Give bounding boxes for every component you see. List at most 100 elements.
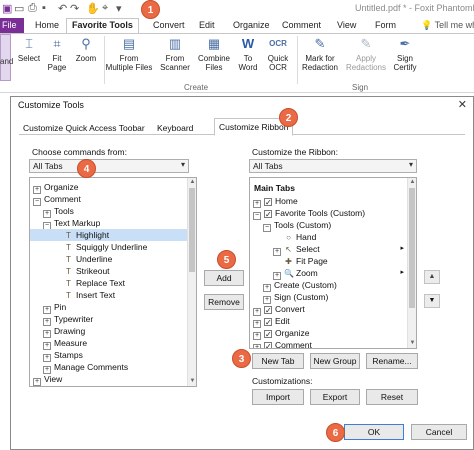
select-button[interactable]: ⌶ Select — [14, 36, 44, 63]
checkbox-icon[interactable]: ✓ — [264, 342, 272, 348]
quick-ocr-button[interactable]: OCR Quick OCR — [263, 36, 293, 72]
checkbox-icon[interactable]: ✓ — [264, 210, 272, 219]
rename-button[interactable]: Rename... — [366, 353, 418, 369]
tab-customize-quick-access-toolbar[interactable]: Customize Quick Access Toobar — [23, 121, 145, 133]
hand-icon[interactable]: ✋ — [86, 2, 100, 15]
tree-item[interactable]: T Insert Text — [30, 289, 188, 301]
tree-item-label: Underline — [76, 254, 113, 264]
tree-item[interactable]: + Sign (Custom) — [250, 291, 408, 304]
scroll-down-icon[interactable]: ▼ — [408, 339, 416, 348]
mark-for-redaction-button[interactable]: ✎ Mark for Redaction — [297, 36, 343, 72]
tree-item[interactable]: + ✓ Comment — [250, 339, 408, 348]
move-up-button[interactable]: ▲ — [424, 270, 440, 284]
tree-item-label: Strikeout — [76, 266, 110, 276]
tree-item[interactable]: + Tools — [30, 205, 188, 218]
tree-item[interactable]: + ✓ Convert — [250, 303, 408, 316]
tree-item[interactable]: T Replace Text — [30, 277, 188, 289]
ribbon-tree[interactable]: Main Tabs + ✓ Home − ✓ Favorite Tools (Custom… — [249, 177, 417, 349]
tree-item[interactable]: − Text Markup — [30, 217, 188, 230]
tab-edit[interactable]: Edit — [199, 18, 215, 33]
expand-icon[interactable]: + — [253, 344, 261, 348]
tree-item[interactable]: ○ Hand — [250, 231, 408, 243]
tree-item[interactable]: T Squiggly Underline — [30, 241, 188, 253]
tree-item[interactable]: + ✓ Edit — [250, 315, 408, 328]
tree-item[interactable]: − ✓ Favorite Tools (Custom) — [250, 207, 408, 220]
from-scanner-button[interactable]: ▥ From Scanner — [155, 36, 195, 72]
scroll-up-icon[interactable]: ▲ — [188, 178, 196, 187]
select-icon[interactable]: ⌖ — [102, 2, 108, 15]
new-group-button[interactable]: New Group — [310, 353, 360, 369]
redo-icon[interactable]: ↷ — [70, 2, 79, 15]
app-logo-icon[interactable]: ▣ — [2, 2, 12, 15]
tab-convert[interactable]: Convert — [153, 18, 185, 33]
tree-item[interactable]: + Stamps — [30, 349, 188, 362]
tab-view[interactable]: View — [337, 18, 356, 33]
tab-comment[interactable]: Comment — [282, 18, 321, 33]
scrollbar-thumb[interactable] — [409, 188, 415, 308]
commands-list-scrollbar[interactable]: ▲ ▼ — [187, 178, 196, 386]
tree-item[interactable]: ✚ Fit Page — [250, 255, 408, 267]
tab-file[interactable]: File — [0, 18, 24, 33]
tree-item[interactable]: + View — [30, 373, 188, 386]
tree-item[interactable]: − Comment — [30, 193, 188, 206]
commands-source-select[interactable]: All Tabs ▾ — [29, 159, 189, 173]
tree-item[interactable]: + Measure — [30, 337, 188, 350]
ok-button[interactable]: OK — [344, 424, 404, 440]
tree-item[interactable]: − Tools (Custom) — [250, 219, 408, 232]
new-tab-button[interactable]: New Tab — [252, 353, 304, 369]
tree-item[interactable]: + Create (Custom) — [250, 279, 408, 292]
ribbon-tree-scrollbar[interactable]: ▲ ▼ — [407, 178, 416, 348]
tab-form[interactable]: Form — [375, 18, 396, 33]
tree-item[interactable]: + ✓ Home — [250, 195, 408, 208]
tab-organize[interactable]: Organize — [233, 18, 270, 33]
tree-item[interactable]: T Highlight — [30, 229, 188, 241]
move-down-button[interactable]: ▼ — [424, 294, 440, 308]
checkbox-icon[interactable]: ✓ — [264, 330, 272, 339]
combine-files-button[interactable]: ▦ Combine Files — [196, 36, 232, 72]
commands-list[interactable]: + Organize − Comment + Tools − Text Markup T High… — [29, 177, 197, 387]
tree-item[interactable]: + Manage Comments — [30, 361, 188, 374]
add-button[interactable]: Add — [204, 270, 244, 286]
tree-item[interactable]: + Typewriter — [30, 313, 188, 326]
scroll-down-icon[interactable]: ▼ — [188, 377, 196, 386]
tab-keyboard[interactable]: Keyboard — [157, 121, 193, 133]
tell-me-search[interactable]: 💡 Tell me wh — [421, 20, 474, 31]
tree-item[interactable]: + ✓ Organize — [250, 327, 408, 340]
cancel-button[interactable]: Cancel — [411, 424, 467, 440]
sign-certify-button[interactable]: ✒ Sign Certify — [388, 36, 422, 72]
scroll-up-icon[interactable]: ▲ — [408, 178, 416, 187]
tree-item[interactable]: + Drawing — [30, 325, 188, 338]
tree-item-label: Text Markup — [54, 218, 101, 228]
checkbox-icon[interactable]: ✓ — [264, 306, 272, 315]
from-multiple-files-button[interactable]: ▤ From Multiple Files — [104, 36, 154, 72]
expand-icon[interactable]: + — [33, 378, 41, 386]
checkbox-icon[interactable]: ✓ — [264, 198, 272, 207]
tree-item[interactable]: + 🔍 Zoom ▸ — [250, 267, 408, 280]
checkbox-icon[interactable]: ✓ — [264, 318, 272, 327]
undo-icon[interactable]: ↶ — [58, 2, 67, 15]
submenu-arrow-icon: ▸ — [400, 245, 404, 252]
apply-redactions-button[interactable]: ✎ Apply Redactions — [344, 36, 388, 72]
tree-item[interactable]: + Organize — [30, 181, 188, 194]
zoom-button[interactable]: ⚲ Zoom — [71, 36, 101, 63]
scrollbar-thumb[interactable] — [189, 188, 195, 272]
tree-item[interactable]: + ↖ Select ▸ — [250, 243, 408, 256]
remove-button[interactable]: Remove — [204, 294, 244, 310]
tree-item[interactable]: T Underline — [30, 253, 188, 265]
dropdown-icon[interactable]: ▾ — [116, 2, 122, 15]
export-button[interactable]: Export — [310, 389, 360, 405]
import-button[interactable]: Import — [252, 389, 304, 405]
tab-home[interactable]: Home — [35, 18, 59, 33]
open-icon[interactable]: ▭ — [14, 2, 24, 15]
reset-button[interactable]: Reset — [366, 389, 418, 405]
tab-favorite-tools[interactable]: Favorite Tools — [66, 18, 139, 34]
fit-page-button[interactable]: ⌗ Fit Page — [44, 36, 70, 72]
print-icon[interactable]: ⎙ — [28, 2, 37, 15]
to-word-button[interactable]: W To Word — [233, 36, 263, 72]
close-icon[interactable]: ✕ — [458, 98, 467, 111]
tree-item[interactable]: + Pin — [30, 301, 188, 314]
ribbon-tabs-select[interactable]: All Tabs ▾ — [249, 159, 417, 173]
mark-for-redaction-label: Mark for Redaction — [301, 54, 339, 72]
save-icon[interactable]: ▪ — [42, 2, 46, 14]
tree-item[interactable]: T Strikeout — [30, 265, 188, 277]
